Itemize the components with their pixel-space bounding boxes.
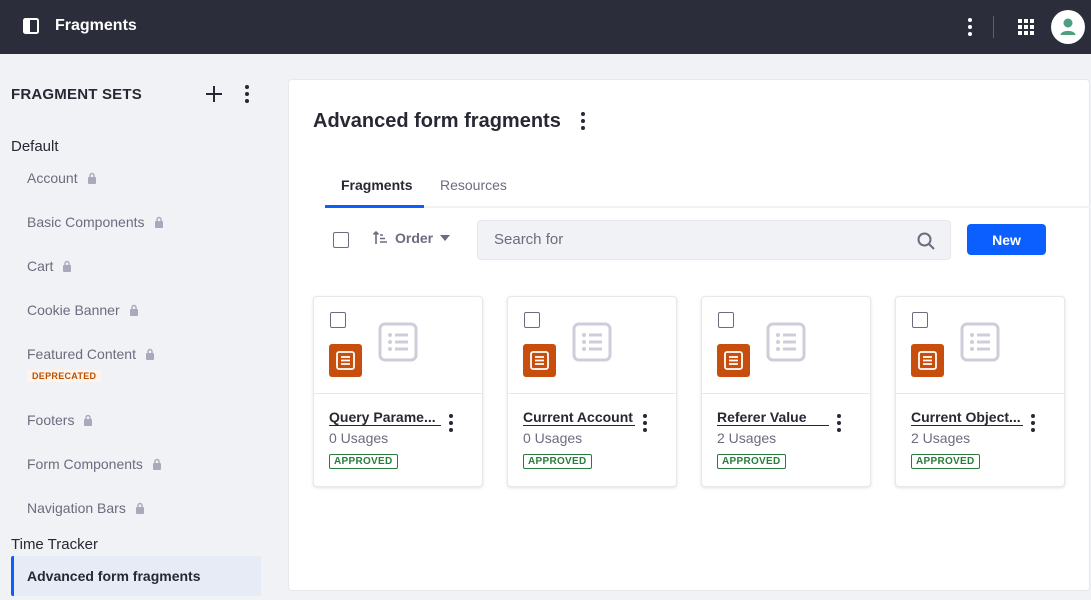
page-title: Advanced form fragments: [313, 110, 561, 132]
lock-icon: [152, 458, 161, 470]
lock-icon: [87, 172, 96, 184]
user-avatar[interactable]: [1051, 10, 1085, 44]
status-badge: APPROVED: [523, 454, 592, 469]
topbar-divider: [993, 16, 994, 38]
sidebar-item-label: Form Components: [27, 456, 143, 472]
tab-resources[interactable]: Resources: [440, 177, 507, 193]
card-checkbox[interactable]: [718, 312, 734, 328]
tab-bar: [325, 206, 1091, 208]
select-all-checkbox[interactable]: [333, 232, 349, 248]
card-options-kebab-icon[interactable]: [639, 413, 651, 433]
status-badge: APPROVED: [717, 454, 786, 469]
lock-icon: [84, 414, 93, 426]
top-bar: Fragments: [0, 0, 1091, 54]
list-placeholder-icon: [572, 322, 612, 362]
lock-icon: [145, 348, 154, 360]
order-dropdown[interactable]: Order: [372, 230, 451, 246]
sidebar-item-label: Basic Components: [27, 214, 145, 230]
sidebar-heading: FRAGMENT SETS: [11, 86, 142, 103]
sidebar-toggle-icon[interactable]: [22, 17, 40, 35]
search-input[interactable]: [494, 231, 894, 248]
sidebar-item-navigation-bars[interactable]: Navigation Bars: [27, 500, 145, 516]
card-title[interactable]: Referer Value: [717, 409, 829, 426]
fragment-card[interactable]: Referer Value 2 Usages APPROVED: [701, 296, 871, 487]
card-divider: [314, 393, 482, 394]
card-usages: 2 Usages: [911, 430, 971, 446]
sidebar-item-advanced-form-fragments[interactable]: Advanced form fragments: [11, 556, 261, 596]
card-title[interactable]: Current Account: [523, 409, 635, 426]
sidebar-item-label: Navigation Bars: [27, 500, 126, 516]
card-usages: 0 Usages: [523, 430, 583, 446]
sidebar-item-label: Footers: [27, 412, 75, 428]
search-box: [477, 220, 951, 260]
sidebar-item-footers[interactable]: Footers: [27, 412, 93, 428]
sidebar-item-label: Advanced form fragments: [27, 568, 201, 584]
fragment-card[interactable]: Current Object... 2 Usages APPROVED: [895, 296, 1065, 487]
lock-icon: [154, 216, 163, 228]
status-badge: APPROVED: [329, 454, 398, 469]
sidebar-item-label: Cart: [27, 258, 54, 274]
list-placeholder-icon: [378, 322, 418, 362]
form-fragment-icon: [717, 344, 750, 377]
fragment-sets-sidebar: FRAGMENT SETS Default Account Basic Comp…: [0, 54, 272, 600]
order-label: Order: [395, 230, 434, 246]
sidebar-item-label: Account: [27, 170, 78, 186]
list-placeholder-icon: [960, 322, 1000, 362]
card-divider: [702, 393, 870, 394]
sort-icon: [372, 230, 387, 244]
caret-down-icon: [440, 235, 451, 241]
card-checkbox[interactable]: [524, 312, 540, 328]
lock-icon: [135, 502, 144, 514]
group-time-tracker: Time Tracker: [11, 536, 98, 553]
sidebar-item-cookie-banner[interactable]: Cookie Banner: [27, 302, 139, 318]
card-usages: 2 Usages: [717, 430, 777, 446]
card-options-kebab-icon[interactable]: [445, 413, 457, 433]
active-tab-indicator: [325, 205, 424, 208]
card-checkbox[interactable]: [330, 312, 346, 328]
sidebar-item-basic-components[interactable]: Basic Components: [27, 214, 164, 230]
sidebar-item-account[interactable]: Account: [27, 170, 97, 186]
add-fragment-set-icon[interactable]: [204, 84, 224, 104]
card-divider: [508, 393, 676, 394]
card-checkbox[interactable]: [912, 312, 928, 328]
search-icon[interactable]: [916, 231, 936, 251]
sidebar-item-featured-content[interactable]: Featured Content: [27, 346, 155, 362]
sidebar-item-label: Featured Content: [27, 346, 136, 362]
tab-fragments[interactable]: Fragments: [341, 177, 413, 193]
card-usages: 0 Usages: [329, 430, 389, 446]
sidebar-item-cart[interactable]: Cart: [27, 258, 72, 274]
options-kebab-icon[interactable]: [961, 16, 979, 38]
list-placeholder-icon: [766, 322, 806, 362]
status-badge: APPROVED: [911, 454, 980, 469]
card-title[interactable]: Query Parame...: [329, 409, 441, 426]
new-fragment-button[interactable]: New: [967, 224, 1046, 255]
apps-grid-icon[interactable]: [1016, 17, 1036, 37]
card-options-kebab-icon[interactable]: [833, 413, 845, 433]
sidebar-item-form-components[interactable]: Form Components: [27, 456, 162, 472]
fragment-card[interactable]: Query Parame... 0 Usages APPROVED: [313, 296, 483, 487]
form-fragment-icon: [911, 344, 944, 377]
set-options-kebab-icon[interactable]: [574, 110, 592, 132]
card-divider: [896, 393, 1064, 394]
lock-icon: [129, 304, 138, 316]
card-title[interactable]: Current Object...: [911, 409, 1023, 426]
sidebar-options-kebab-icon[interactable]: [238, 84, 256, 104]
form-fragment-icon: [329, 344, 362, 377]
group-default: Default: [11, 138, 59, 155]
lock-icon: [63, 260, 72, 272]
card-options-kebab-icon[interactable]: [1027, 413, 1039, 433]
main-panel: Advanced form fragments Fragments Resour…: [288, 79, 1091, 591]
app-title: Fragments: [55, 17, 137, 34]
deprecated-badge: DEPRECATED: [27, 370, 102, 382]
form-fragment-icon: [523, 344, 556, 377]
fragment-card[interactable]: Current Account 0 Usages APPROVED: [507, 296, 677, 487]
sidebar-item-label: Cookie Banner: [27, 302, 120, 318]
